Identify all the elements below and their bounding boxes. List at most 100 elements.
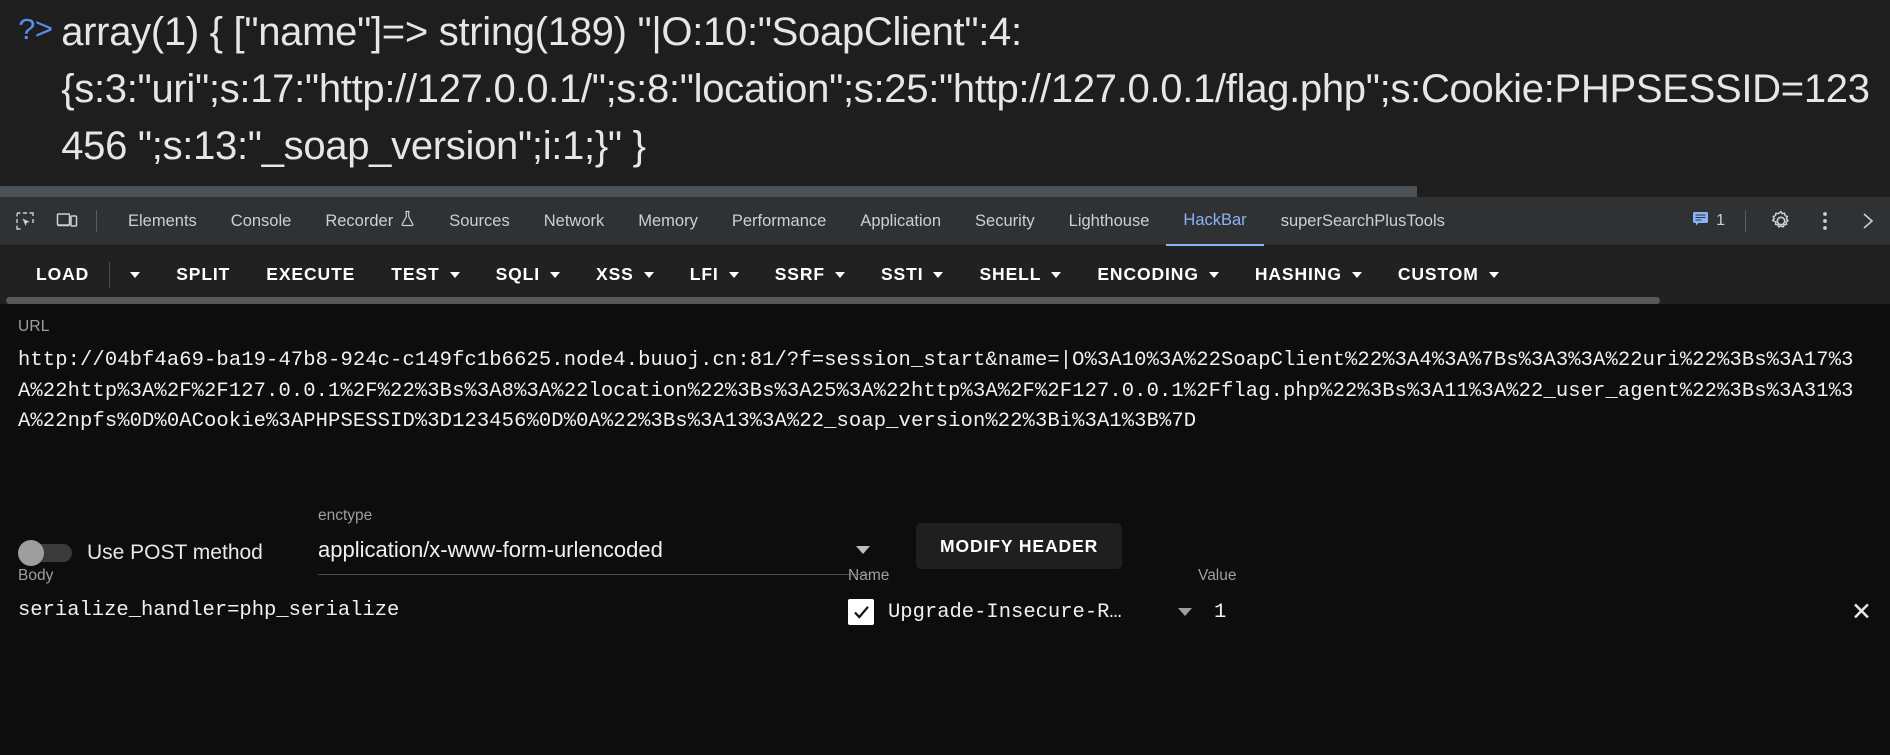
tab-label: superSearchPlusTools [1280,211,1445,230]
hackbar-test-menu[interactable]: TEST [373,254,477,296]
tab-lighthouse[interactable]: Lighthouse [1052,197,1167,246]
hackbar-split-button[interactable]: SPLIT [158,254,248,296]
enctype-label: enctype [318,507,373,524]
hackbar-xss-menu[interactable]: XSS [578,254,672,296]
chevron-down-icon [856,546,870,554]
devtools-tab-bar: Elements Console Recorder Sources Networ… [0,197,1890,246]
tab-hackbar[interactable]: HackBar [1166,197,1264,246]
console-message-count[interactable]: 1 [1682,211,1735,231]
hackbar-toolbar-scrollbar-thumb[interactable] [6,297,1660,304]
console-prompt-icon: ?> [18,14,53,49]
tab-label: Network [543,211,605,230]
body-input[interactable]: serialize_handler=php_serialize [18,599,846,622]
header-enabled-checkbox[interactable] [848,599,874,625]
headers-table-header: Name Value [848,567,1890,585]
button-label: EXECUTE [266,264,356,284]
button-label: SQLI [495,264,541,284]
hackbar-controls-row: Use POST method enctype application/x-ww… [18,507,1872,575]
hackbar-toolbar: LOAD SPLIT EXECUTE TEST SQLI XSS LFI SSR… [0,246,1890,303]
tab-console[interactable]: Console [214,197,309,246]
hackbar-load-dropdown[interactable] [112,254,158,296]
tab-application[interactable]: Application [843,197,958,246]
more-vertical-icon[interactable] [1808,204,1842,238]
body-field: Body serialize_handler=php_serialize [0,567,846,625]
modify-header-button[interactable]: MODIFY HEADER [916,523,1123,569]
url-input[interactable]: http://04bf4a69-ba19-47b8-924c-c149fc1b6… [18,346,1872,438]
use-post-method-label: Use POST method [87,541,263,564]
button-label: LOAD [36,264,90,284]
hackbar-ssrf-menu[interactable]: SSRF [757,254,863,296]
chevron-down-icon [1051,271,1062,278]
url-field-label: URL [18,318,50,335]
button-label: SSTI [880,264,924,284]
flask-icon [400,210,415,232]
tabbar-actions-divider [1745,210,1746,232]
tab-label: Memory [638,211,698,230]
tab-label: Sources [449,211,510,230]
header-name-input[interactable]: Upgrade-Insecure-R… [888,601,1178,624]
button-label: HASHING [1254,264,1342,284]
hackbar-ssti-menu[interactable]: SSTI [863,254,962,296]
chevron-down-icon [1351,271,1362,278]
chevron-down-icon [1488,271,1499,278]
tab-label: Application [860,211,942,230]
hackbar-hashing-menu[interactable]: HASHING [1237,254,1380,296]
chevron-down-icon[interactable] [1178,608,1192,616]
tab-label: Recorder [325,211,394,230]
hackbar-custom-menu[interactable]: CUSTOM [1380,254,1517,296]
tab-label: Elements [128,211,197,230]
chevron-down-icon [933,271,944,278]
button-label: SHELL [979,264,1042,284]
button-label: TEST [391,264,440,284]
inspect-element-icon[interactable] [8,204,42,238]
console-output-pane: ?> array(1) { ["name"]=> string(189) "|O… [0,0,1890,196]
column-header-name: Name [848,567,890,584]
tab-elements[interactable]: Elements [111,197,214,246]
table-row: Upgrade-Insecure-R… 1 ✕ [848,599,1890,625]
tab-performance[interactable]: Performance [715,197,843,246]
console-output-line: ?> array(1) { ["name"]=> string(189) "|O… [18,4,1872,175]
load-button-divider [109,261,111,288]
chevron-down-icon [550,271,561,278]
chevron-down-icon [834,271,845,278]
hackbar-lfi-menu[interactable]: LFI [672,254,757,296]
header-value-input[interactable]: 1 [1214,601,1851,624]
tab-sources[interactable]: Sources [432,197,527,246]
tab-label: HackBar [1183,210,1247,229]
console-horizontal-scrollbar-thumb[interactable] [0,186,1417,197]
hackbar-execute-button[interactable]: EXECUTE [248,254,373,296]
console-output-text: array(1) { ["name"]=> string(189) "|O:10… [61,10,1870,168]
devtools-tabbar-actions: 1 [1682,204,1890,238]
hackbar-encoding-menu[interactable]: ENCODING [1079,254,1237,296]
button-label: ENCODING [1097,264,1199,284]
chevron-down-icon [130,271,141,278]
tab-label: Lighthouse [1068,211,1150,230]
hackbar-shell-menu[interactable]: SHELL [961,254,1079,296]
button-label: CUSTOM [1397,264,1479,284]
tab-memory[interactable]: Memory [621,197,715,246]
device-toolbar-icon[interactable] [50,204,84,238]
button-label: SSRF [774,264,825,284]
chevron-down-icon [643,271,654,278]
hackbar-sqli-menu[interactable]: SQLI [478,254,578,296]
gear-icon[interactable] [1764,204,1798,238]
button-label: SPLIT [176,264,231,284]
tab-recorder[interactable]: Recorder [308,197,432,246]
tab-supersearchplustools[interactable]: superSearchPlusTools [1264,197,1462,246]
tab-label: Security [975,211,1035,230]
hackbar-panel: URL http://04bf4a69-ba19-47b8-924c-c149f… [0,304,1890,755]
toggle-switch[interactable] [18,540,72,566]
tab-label: Console [230,211,292,230]
remove-header-button[interactable]: ✕ [1851,599,1890,625]
tab-security[interactable]: Security [958,197,1052,246]
headers-table: Name Value Upgrade-Insecure-R… 1 ✕ [846,567,1890,625]
tab-network[interactable]: Network [527,197,622,246]
column-header-value: Value [1198,567,1237,584]
button-label: XSS [596,264,634,284]
close-devtools-icon[interactable] [1852,204,1886,238]
hackbar-load-button[interactable]: LOAD [18,254,107,296]
toggle-knob [18,540,44,566]
tabbar-divider [96,210,97,232]
enctype-selected-value: application/x-www-form-urlencoded [318,537,663,562]
tab-label: Performance [731,211,827,230]
